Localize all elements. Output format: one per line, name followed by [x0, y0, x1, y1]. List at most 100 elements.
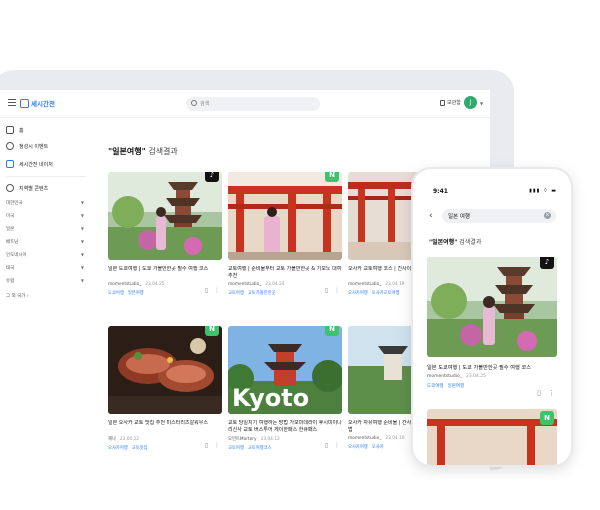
tag-link[interactable]: 교토여행코스: [248, 446, 272, 451]
tag-link[interactable]: 오사카여행: [348, 291, 368, 296]
search-query: "일본여행": [108, 147, 146, 156]
more-icon[interactable]: ⋮: [334, 442, 340, 449]
card-title: 교토여행 | 준비물부터 교토 가볼만한곳 & 기모노 대여 추천: [228, 266, 342, 279]
sidebar-country-korea[interactable]: 대한민국 ▼: [6, 200, 86, 206]
naver-icon: N: [540, 411, 554, 425]
tag-link[interactable]: 오사카여행: [108, 446, 128, 451]
logo-mark-icon: [6, 160, 14, 168]
thumbnail-image[interactable]: Kyoto N: [228, 326, 342, 414]
bookmark-icon: [440, 99, 445, 106]
hamburger-menu-icon[interactable]: [8, 99, 16, 106]
bookmark-icon[interactable]: ▯: [205, 287, 208, 294]
divider: [6, 176, 86, 177]
sidebar-item-home[interactable]: 홈: [6, 126, 24, 134]
bookmark-icon[interactable]: ▯: [205, 442, 208, 449]
card-title: 교토 당일치기 여행하는 방법 가모미데라이 후시미이나리신사 교토 버스투어 …: [228, 420, 342, 433]
clear-icon[interactable]: ×: [544, 212, 551, 219]
bookmark-icon[interactable]: ▯: [325, 442, 328, 449]
more-icon[interactable]: ⋮: [548, 389, 555, 397]
tag-link[interactable]: 오사카: [372, 445, 384, 450]
phone-frame: 9:41 ▮▮▮ ⌔ ▬ ‹ 일본 여행 × "일본여행" 검색결과 ♪ 일본 …: [411, 167, 573, 467]
tag-link[interactable]: 교토맛집: [132, 446, 148, 451]
sidebar-item-my-content[interactable]: 세시간전 네이처: [6, 160, 53, 168]
sidebar-country-indonesia[interactable]: 인도네시아 ▼: [6, 252, 86, 258]
content-card[interactable]: N 교토여행 | 준비물부터 교토 가볼만한곳 & 기모노 대여 추천 mome…: [228, 172, 342, 296]
content-card[interactable]: Kyoto N 교토 당일치기 여행하는 방법 가모미데라이 후시미이나리신사 …: [228, 326, 342, 451]
content-card[interactable]: ♪ 일본 도쿄여행 | 도쿄 가볼만한곳 필수 여행 코스 momentstud…: [427, 257, 557, 397]
back-icon[interactable]: ‹: [429, 211, 433, 221]
search-input[interactable]: 검색: [186, 97, 320, 111]
app-logo[interactable]: 세시간전: [20, 98, 55, 108]
naver-icon: N: [325, 172, 339, 182]
content-card[interactable]: N 일본 오사카 교토 맛집 추천 미스터리즈칼워우스 혜나 23.04.22 오…: [108, 326, 222, 451]
sidebar-country-japan[interactable]: 일본 ▼: [6, 226, 86, 232]
card-date: 23.04.12: [260, 437, 280, 442]
content-card-next[interactable]: N: [427, 409, 557, 465]
bookmark-icon[interactable]: ▯: [325, 287, 328, 294]
page-title: "일본여행" 검색결과: [108, 146, 178, 157]
card-author: momentstudio_: [108, 282, 142, 287]
tag-link[interactable]: 일본여행: [128, 291, 144, 296]
content-card[interactable]: ♪ 일본 도쿄여행 | 도쿄 가볼만한곳 필수 여행 코스 momentstud…: [108, 172, 222, 296]
event-icon: [6, 142, 14, 150]
card-actions: ▯ ⋮: [537, 389, 555, 397]
saved-label: 보관함: [447, 100, 461, 106]
tag-link[interactable]: 교토가볼만한곳: [248, 291, 276, 296]
more-icon[interactable]: ⋮: [334, 287, 340, 294]
tag-link[interactable]: 도쿄여행: [427, 384, 444, 389]
sidebar-item-event[interactable]: 청성시 이벤트: [6, 142, 48, 150]
sidebar-item-label: 청성시 이벤트: [19, 143, 49, 150]
top-bar: 세시간전 검색 보관함 J ▼: [0, 90, 490, 118]
chevron-right-icon: ›: [26, 294, 29, 299]
naver-icon: N: [205, 326, 219, 336]
card-date: 23.04.10: [385, 436, 405, 441]
card-title: 일본 도쿄여행 | 도쿄 가볼만한곳 필수 여행 코스: [427, 365, 531, 371]
sidebar-item-region[interactable]: 지역별 콘텐츠: [6, 184, 48, 192]
search-placeholder: 검색: [200, 100, 210, 107]
card-author: momentstudio_: [348, 436, 382, 441]
more-icon[interactable]: ⋮: [214, 287, 220, 294]
more-icon[interactable]: ⋮: [214, 442, 220, 449]
globe-icon: [6, 184, 14, 192]
sidebar-country-vietnam[interactable]: 베트남 ▼: [6, 239, 86, 245]
thumbnail-image[interactable]: N: [108, 326, 222, 414]
sidebar-item-label: 홈: [19, 127, 24, 134]
tag-link[interactable]: 도쿄여행: [108, 291, 124, 296]
thumbnail-image[interactable]: ♪: [427, 257, 557, 357]
card-author: 혜나: [108, 437, 116, 442]
chevron-down-icon: ▼: [80, 226, 84, 231]
tag-link[interactable]: 교토여행: [228, 291, 244, 296]
sidebar-more-countries[interactable]: 그 외 국가 ›: [6, 293, 86, 299]
logo-text: 세시간전: [31, 100, 55, 108]
chevron-down-icon: ▼: [80, 213, 84, 218]
tag-link[interactable]: 오사카여행: [348, 445, 368, 450]
tiktok-icon: ♪: [540, 257, 554, 269]
chevron-down-icon: ▼: [80, 200, 84, 205]
search-value: 일본 여행: [448, 214, 470, 220]
status-icons: ▮▮▮ ⌔ ▬: [529, 188, 557, 194]
country-label: 일본: [6, 227, 15, 232]
sidebar-item-label: 지역별 콘텐츠: [19, 185, 49, 192]
thumbnail-image[interactable]: N: [228, 172, 342, 260]
chevron-down-icon[interactable]: ▼: [480, 101, 483, 106]
sidebar-country-thailand[interactable]: 태국 ▼: [6, 265, 86, 271]
svg-text:Kyoto: Kyoto: [232, 384, 309, 412]
bookmark-icon[interactable]: ▯: [537, 389, 541, 397]
card-date: 23.04.19: [385, 282, 405, 287]
search-input[interactable]: 일본 여행 ×: [442, 209, 556, 223]
avatar[interactable]: J: [464, 96, 477, 109]
sidebar-country-usa[interactable]: 미국 ▼: [6, 213, 86, 219]
tag-link[interactable]: 일본여행: [448, 384, 465, 389]
sidebar: 홈 청성시 이벤트 세시간전 네이처 지역별 콘텐츠 대한민국 ▼ 미국 ▼ 일본 ▼…: [0, 118, 96, 508]
chevron-down-icon: ▼: [80, 278, 84, 283]
sidebar-country-europe[interactable]: 유럽 ▼: [6, 278, 86, 284]
country-label: 태국: [6, 266, 15, 271]
card-date: 23.04.24: [265, 282, 285, 287]
thumbnail-image[interactable]: ♪: [108, 172, 222, 260]
logo-mark-icon: [20, 98, 29, 108]
saved-button[interactable]: 보관함: [440, 99, 461, 106]
card-author: momentstudio_: [427, 374, 462, 379]
country-label: 베트남: [6, 240, 19, 245]
tag-link[interactable]: 오사카교토여행: [372, 291, 400, 296]
tag-link[interactable]: 교토여행: [228, 446, 244, 451]
